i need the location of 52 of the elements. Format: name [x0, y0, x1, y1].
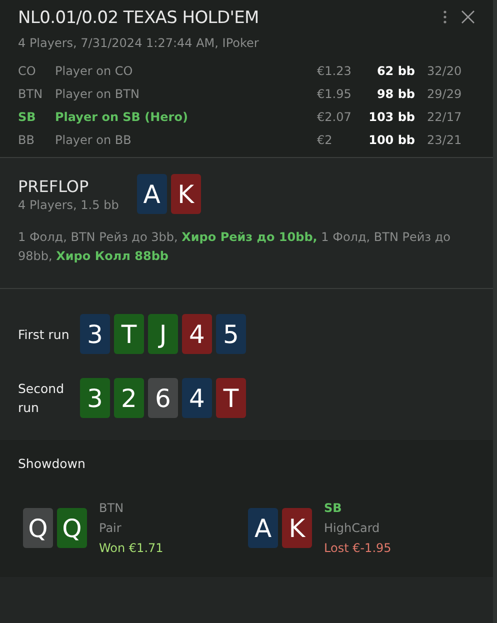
- player-bb: 103 bb: [368, 110, 415, 124]
- player-position: BB: [18, 133, 36, 147]
- action-summary: 1 Фолд, BTN Рейз до 3bb, Хиро Рейз до 10bb, 1 Фолд, BTN Рейз до 98bb, Хиро Колл 88bb: [18, 229, 452, 266]
- player-stats: 32/20: [426, 64, 463, 78]
- player-position: SB: [18, 110, 37, 124]
- street-title: PREFLOP: [18, 176, 90, 196]
- player-name: Player on CO: [55, 64, 134, 78]
- playing-card: Q: [57, 508, 87, 548]
- player-position: BTN: [18, 87, 44, 101]
- playing-card: 3: [80, 314, 110, 354]
- showdown-title: Showdown: [18, 456, 86, 472]
- player-stats: 23/21: [426, 133, 463, 147]
- hand-position: SB: [324, 501, 343, 516]
- hand-result: Won €1.71: [99, 541, 164, 556]
- player-stats: 22/17: [426, 110, 463, 124]
- player-stack: €2: [317, 133, 334, 147]
- playing-card: T: [216, 378, 246, 418]
- player-name: Player on BTN: [55, 87, 140, 101]
- playing-card: 3: [80, 378, 110, 418]
- hand-title: NL0.01/0.02 TEXAS HOLD'EM: [18, 8, 259, 28]
- run-label: Second run: [18, 380, 66, 418]
- playing-card: A: [248, 508, 278, 548]
- street-info: 4 Players, 1.5 bb: [18, 198, 119, 212]
- player-stack: €1.23: [317, 64, 352, 78]
- playing-card: 4: [182, 314, 212, 354]
- hand-info: 4 Players, 7/31/2024 1:27:44 AM, IPoker: [18, 36, 260, 50]
- playing-card: A: [136, 174, 167, 214]
- playing-card: 6: [148, 378, 178, 418]
- close-icon[interactable]: [461, 10, 475, 24]
- hand-result: Lost €-1.95: [324, 541, 392, 556]
- more-options-icon[interactable]: [443, 10, 447, 24]
- run-label: First run: [18, 326, 70, 344]
- playing-card: K: [170, 174, 201, 214]
- player-name: Player on SB (Hero): [55, 110, 189, 124]
- playing-card: 4: [182, 378, 212, 418]
- player-name: Player on BB: [55, 133, 132, 147]
- player-bb: 98 bb: [376, 87, 415, 101]
- player-stats: 29/29: [426, 87, 463, 101]
- hand-rank: Pair: [99, 521, 122, 536]
- player-bb: 62 bb: [376, 64, 415, 78]
- playing-card: 5: [216, 314, 246, 354]
- playing-card: Q: [23, 508, 53, 548]
- playing-card: 2: [114, 378, 144, 418]
- hand-position: BTN: [99, 501, 125, 516]
- playing-card: J: [148, 314, 178, 354]
- playing-card: K: [282, 508, 312, 548]
- playing-card: T: [114, 314, 144, 354]
- player-bb: 100 bb: [368, 133, 415, 147]
- hand-rank: HighCard: [324, 521, 381, 536]
- player-stack: €2.07: [317, 110, 352, 124]
- player-position: CO: [18, 64, 37, 78]
- player-stack: €1.95: [317, 87, 352, 101]
